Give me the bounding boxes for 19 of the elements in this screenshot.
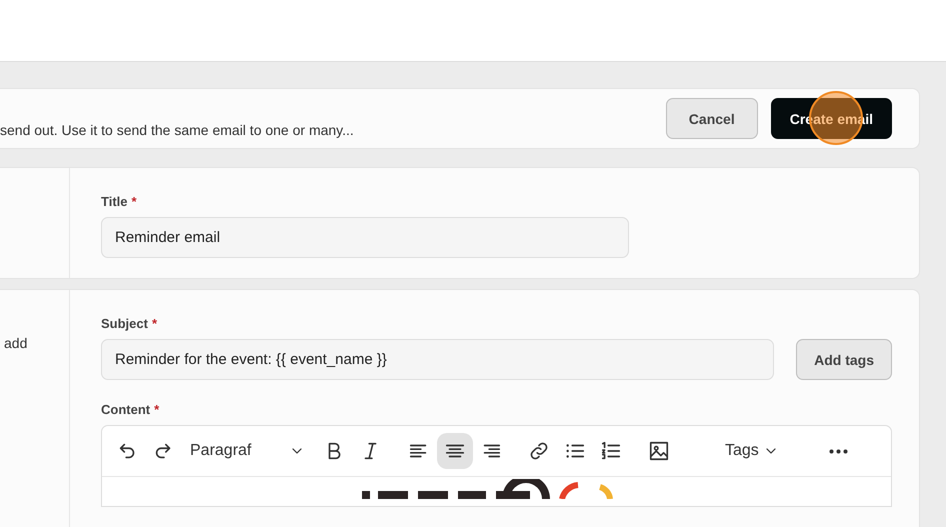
cancel-button[interactable]: Cancel xyxy=(666,98,758,139)
title-label: Title xyxy=(101,194,128,209)
more-icon xyxy=(829,448,848,454)
side-text: add xyxy=(3,334,28,351)
description-text: send out. Use it to send the same email to one or many... xyxy=(0,122,354,138)
link-icon xyxy=(528,440,550,462)
tags-dropdown[interactable]: Tags xyxy=(717,433,787,469)
required-mark: * xyxy=(132,194,137,209)
add-tags-button[interactable]: Add tags xyxy=(796,339,892,380)
image-icon xyxy=(648,440,670,462)
subject-field[interactable]: Reminder for the event: {{ event_name }} xyxy=(101,339,774,380)
subject-label: Subject xyxy=(101,316,148,331)
align-center-button[interactable] xyxy=(437,433,473,469)
content-label: Content xyxy=(101,402,150,417)
paragraph-dropdown[interactable]: Paragraf xyxy=(182,433,307,469)
required-mark: * xyxy=(152,316,158,331)
numbered-list-icon xyxy=(600,440,622,462)
required-mark: * xyxy=(154,402,160,417)
title-field[interactable]: Reminder email xyxy=(101,217,629,258)
